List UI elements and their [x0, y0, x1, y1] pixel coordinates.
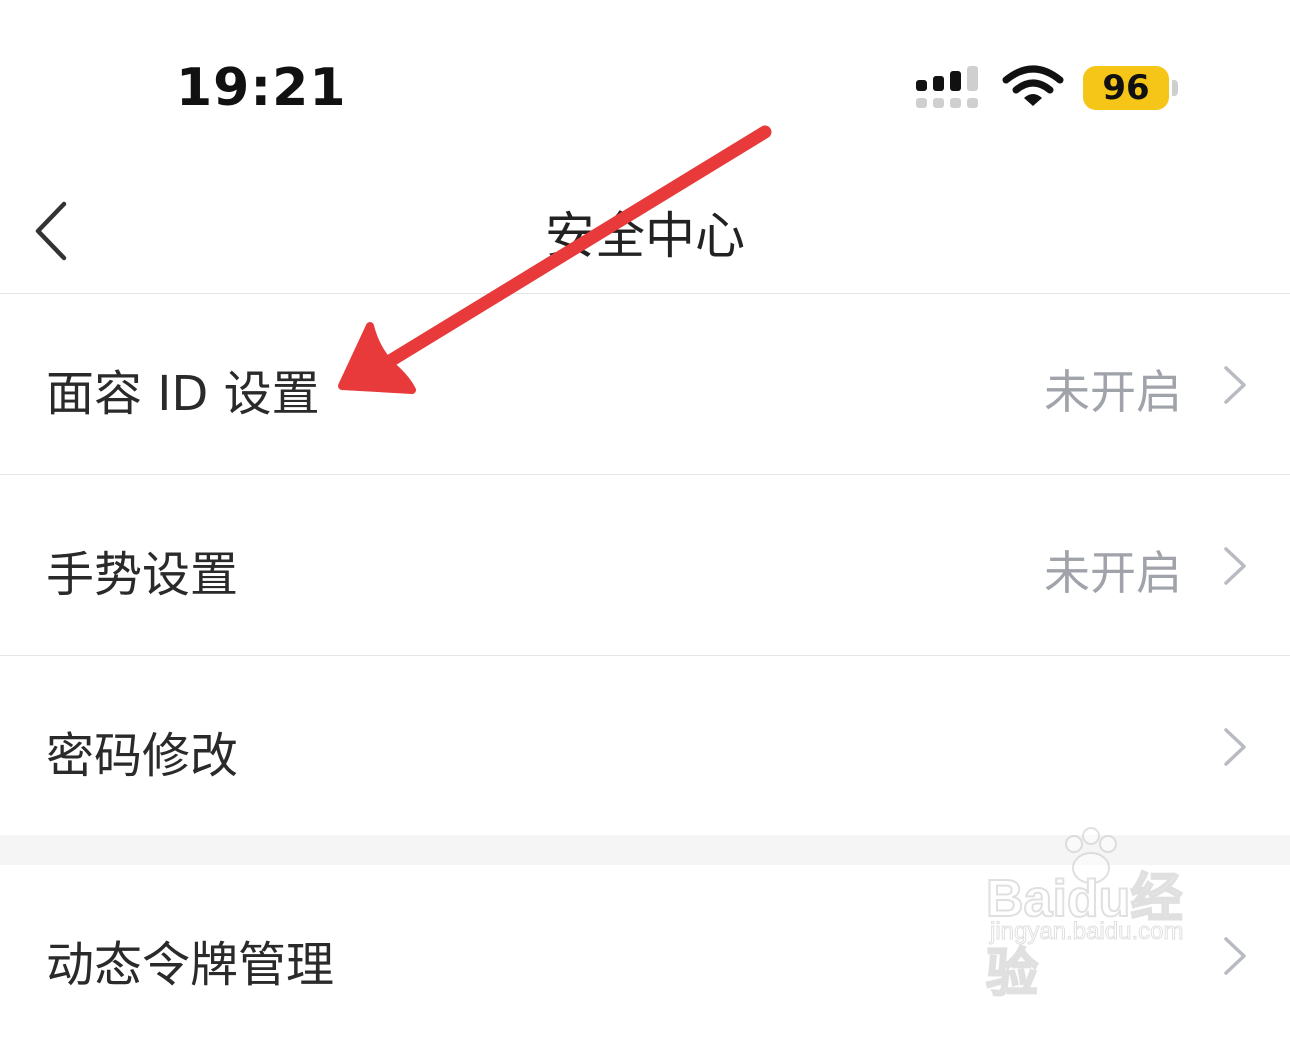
- row-status: 未开启: [1044, 546, 1182, 600]
- face-id-settings-row[interactable]: 面容 ID 设置 未开启: [0, 294, 1290, 475]
- row-label: 动态令牌管理: [46, 937, 335, 993]
- row-status: 未开启: [1044, 365, 1182, 419]
- chevron-right-icon: [1224, 937, 1246, 975]
- row-label: 面容 ID 设置: [46, 366, 320, 422]
- row-label: 密码修改: [46, 728, 239, 784]
- chevron-right-icon: [1224, 728, 1246, 766]
- row-label: 手势设置: [46, 547, 239, 603]
- navigation-header: 安全中心: [0, 160, 1290, 294]
- status-bar: 19:21 96: [0, 0, 1290, 160]
- dynamic-token-row[interactable]: 动态令牌管理: [0, 865, 1290, 1045]
- gesture-settings-row[interactable]: 手势设置 未开启: [0, 475, 1290, 656]
- battery-cap: [1172, 80, 1178, 96]
- password-change-row[interactable]: 密码修改: [0, 656, 1290, 836]
- status-time: 19:21: [176, 58, 347, 118]
- settings-list: 面容 ID 设置 未开启 手势设置 未开启 密码修改: [0, 294, 1290, 836]
- wifi-icon: [1002, 65, 1064, 106]
- chevron-right-icon: [1224, 366, 1246, 404]
- section-divider: [0, 835, 1290, 865]
- battery-indicator: 96: [1083, 66, 1179, 110]
- chevron-right-icon: [1224, 547, 1246, 585]
- cellular-signal-icon: [916, 66, 978, 108]
- battery-level: 96: [1083, 66, 1169, 110]
- page-title: 安全中心: [545, 207, 745, 265]
